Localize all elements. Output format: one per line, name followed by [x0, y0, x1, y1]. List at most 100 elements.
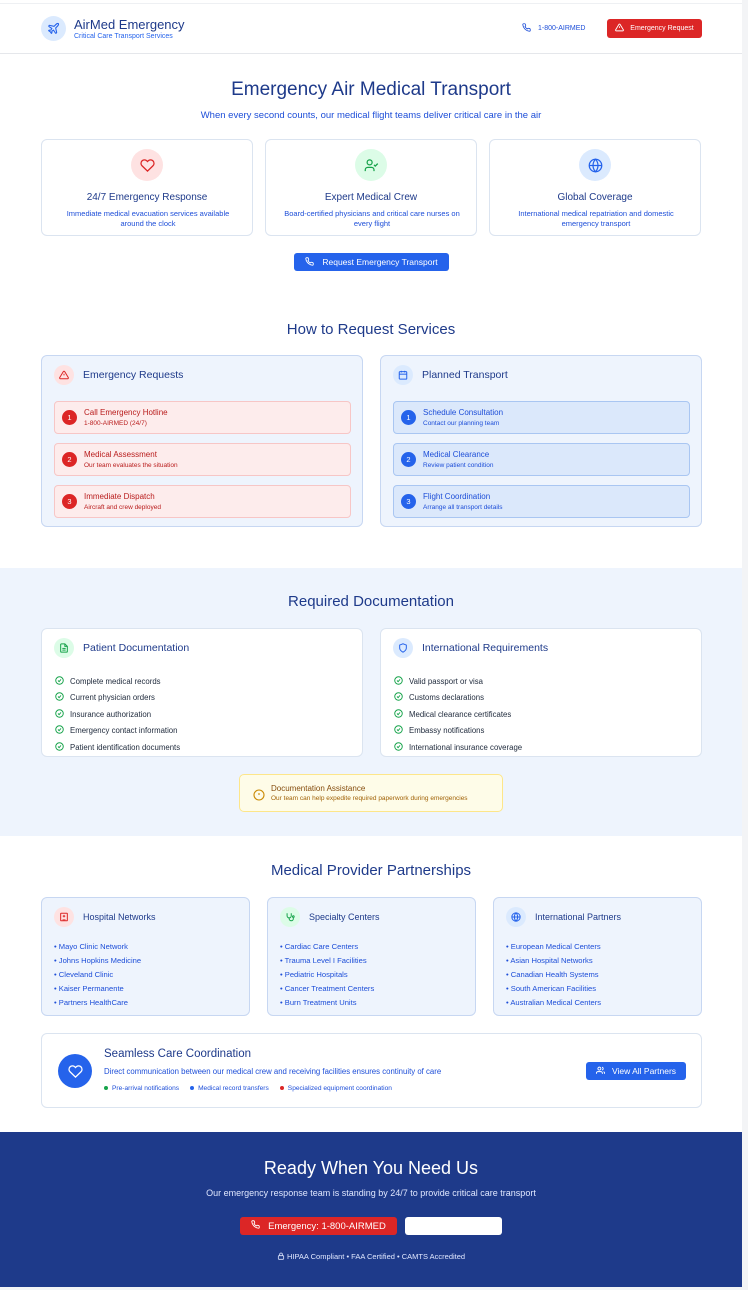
list-item: Emergency contact information: [55, 723, 180, 740]
list-item[interactable]: • South American Facilities: [506, 984, 601, 998]
list-item[interactable]: • Johns Hopkins Medicine: [54, 956, 141, 970]
list-item[interactable]: • Burn Treatment Units: [280, 998, 374, 1012]
check-circle-icon: [55, 725, 64, 736]
step-number: 2: [401, 452, 416, 467]
coordination-bullets: Pre-arrival notifications Medical record…: [104, 1085, 392, 1092]
list-item[interactable]: • Pediatric Hospitals: [280, 970, 374, 984]
step-number: 3: [62, 494, 77, 509]
panel-heading-label: Emergency Requests: [83, 369, 184, 381]
alert-triangle-icon: [54, 365, 74, 385]
step-description: 1-800-AIRMED (24/7): [84, 420, 147, 427]
step-title: Call Emergency Hotline: [84, 408, 168, 417]
step-title: Flight Coordination: [423, 492, 491, 501]
list-item-text: Insurance authorization: [70, 709, 152, 719]
view-all-partners-button[interactable]: View All Partners: [586, 1062, 686, 1080]
check-circle-icon: [394, 725, 403, 736]
list-item[interactable]: • Cardiac Care Centers: [280, 942, 374, 956]
scrollbar[interactable]: [742, 0, 748, 1290]
international-doc-list: Valid passport or visa Customs declarati…: [394, 673, 522, 756]
planned-transport-panel: Planned Transport 1 Schedule Consultatio…: [380, 355, 702, 527]
panel-heading-label: Specialty Centers: [309, 912, 380, 922]
list-item: Complete medical records: [55, 673, 180, 690]
red-dot-icon: [279, 1086, 284, 1091]
planned-step[interactable]: 1 Schedule Consultation Contact our plan…: [393, 401, 690, 434]
planned-step[interactable]: 2 Medical Clearance Review patient condi…: [393, 443, 690, 476]
international-requirements-card: International Requirements Valid passpor…: [380, 628, 702, 757]
shield-icon: [393, 638, 413, 658]
list-item[interactable]: • Kaiser Permanente: [54, 984, 141, 998]
feature-card-medical-crew: Expert Medical Crew Board-certified phys…: [265, 139, 477, 236]
list-item-text: Medical clearance certificates: [409, 709, 512, 719]
step-description: Our team evaluates the situation: [84, 462, 178, 469]
check-circle-icon: [394, 709, 403, 720]
list-item: Patient identification documents: [55, 739, 180, 756]
list-item-text: International insurance coverage: [409, 742, 523, 752]
step-description: Aircraft and crew deployed: [84, 504, 161, 511]
feature-title: 24/7 Emergency Response: [86, 192, 208, 203]
partner-list: • European Medical Centers • Asian Hospi…: [506, 942, 601, 1012]
planned-step[interactable]: 3 Flight Coordination Arrange all transp…: [393, 485, 690, 518]
list-item: Current physician orders: [55, 690, 180, 707]
step-title: Medical Assessment: [84, 450, 157, 459]
info-circle-icon: [253, 788, 265, 806]
list-item[interactable]: • Cleveland Clinic: [54, 970, 141, 984]
calendar-icon: [393, 365, 413, 385]
footer-secondary-button[interactable]: [405, 1217, 502, 1235]
list-item[interactable]: • Mayo Clinic Network: [54, 942, 141, 956]
globe-icon: [506, 907, 526, 927]
file-text-icon: [54, 638, 74, 658]
feature-description: International medical repatriation and d…: [518, 209, 674, 228]
section-title-request: How to Request Services: [286, 321, 456, 338]
list-item: Insurance authorization: [55, 706, 180, 723]
panel-heading: Hospital Networks: [54, 907, 156, 927]
request-transport-button[interactable]: Request Emergency Transport: [294, 253, 449, 271]
footer-title: Ready When You Need Us: [263, 1158, 479, 1178]
hero-title: Emergency Air Medical Transport: [231, 79, 511, 100]
list-item[interactable]: • Cancer Treatment Centers: [280, 984, 374, 998]
plane-icon: [41, 16, 66, 41]
check-circle-icon: [394, 676, 403, 687]
check-circle-icon: [55, 676, 64, 687]
panel-heading-label: International Requirements: [422, 642, 549, 654]
panel-heading: Patient Documentation: [54, 638, 189, 658]
care-coordination-card: Seamless Care Coordination Direct commun…: [41, 1033, 702, 1108]
view-all-partners-label: View All Partners: [611, 1066, 677, 1076]
emergency-request-button[interactable]: Emergency Request: [607, 19, 702, 38]
list-item[interactable]: • Partners HealthCare: [54, 998, 141, 1012]
step-number: 3: [401, 494, 416, 509]
compliance-text: HIPAA Compliant • FAA Certified • CAMTS …: [0, 1252, 742, 1261]
coordination-description: Direct communication between our medical…: [104, 1067, 442, 1076]
header-phone-link[interactable]: 1-800-AIRMED: [522, 23, 585, 34]
step-number: 1: [401, 410, 416, 425]
footer-emergency-button[interactable]: Emergency: 1-800-AIRMED: [240, 1217, 397, 1235]
brand-subtitle: Critical Care Transport Services: [74, 33, 173, 40]
list-item-text: Patient identification documents: [70, 742, 181, 752]
partner-list: • Cardiac Care Centers • Trauma Level I …: [280, 942, 374, 1012]
feature-card-global-coverage: Global Coverage International medical re…: [489, 139, 701, 236]
emergency-step[interactable]: 2 Medical Assessment Our team evaluates …: [54, 443, 351, 476]
international-partners-card: International Partners • European Medica…: [493, 897, 702, 1016]
list-item: International insurance coverage: [394, 739, 522, 756]
brand-title[interactable]: AirMed Emergency: [74, 17, 185, 32]
list-item: Medical clearance certificates: [394, 706, 522, 723]
list-item: Valid passport or visa: [394, 673, 522, 690]
list-item[interactable]: • Australian Medical Centers: [506, 998, 601, 1012]
heart-icon: [131, 149, 163, 181]
list-item[interactable]: • Canadian Health Systems: [506, 970, 601, 984]
list-item[interactable]: • Asian Hospital Networks: [506, 956, 601, 970]
emergency-step[interactable]: 1 Call Emergency Hotline 1-800-AIRMED (2…: [54, 401, 351, 434]
header-phone-text: 1-800-AIRMED: [538, 25, 586, 32]
phone-icon: [305, 256, 315, 268]
emergency-request-label: Emergency Request: [630, 25, 694, 32]
step-title: Immediate Dispatch: [84, 492, 155, 501]
bullet-item: Specialized equipment coordination: [279, 1085, 392, 1092]
step-number: 2: [62, 452, 77, 467]
section-title-partnerships: Medical Provider Partnerships: [270, 862, 472, 879]
documentation-assistance-notice: Documentation Assistance Our team can he…: [239, 774, 503, 812]
emergency-step[interactable]: 3 Immediate Dispatch Aircraft and crew d…: [54, 485, 351, 518]
list-item: Embassy notifications: [394, 723, 522, 740]
list-item[interactable]: • European Medical Centers: [506, 942, 601, 956]
user-check-icon: [355, 149, 387, 181]
list-item[interactable]: • Trauma Level I Facilities: [280, 956, 374, 970]
hero-subtitle: When every second counts, our medical fl…: [200, 110, 542, 121]
